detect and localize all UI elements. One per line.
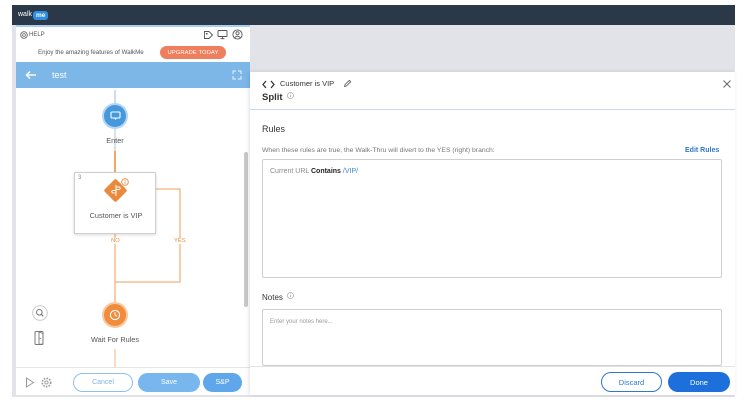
- upgrade-button[interactable]: UPGRADE TODAY: [160, 46, 226, 59]
- close-icon[interactable]: [722, 79, 732, 89]
- header-divider: [250, 109, 735, 110]
- wait-node-label: Wait For Rules: [91, 335, 139, 344]
- rule-operator: Contains: [310, 168, 341, 175]
- screen-icon: [109, 111, 121, 120]
- zoom-icon[interactable]: [32, 305, 48, 321]
- info-badge-icon: [121, 178, 129, 186]
- play-icon[interactable]: [25, 377, 35, 388]
- save-button[interactable]: Save: [138, 373, 200, 392]
- pencil-icon[interactable]: [343, 79, 352, 88]
- promo-text: Enjoy the amazing features of WalkMe: [38, 49, 144, 56]
- collapse-icon[interactable]: [232, 70, 242, 80]
- exit-door-icon[interactable]: [33, 330, 47, 346]
- help-button[interactable]: HELP: [20, 30, 45, 40]
- no-branch-label: NO: [110, 238, 121, 244]
- step-details-panel: Customer is VIP Split Rules When these r…: [250, 72, 735, 395]
- split-node-label: Customer is VIP: [89, 211, 143, 220]
- enter-node[interactable]: [104, 105, 126, 127]
- user-icon[interactable]: [232, 29, 243, 40]
- rule-value: /VIP/: [342, 168, 359, 175]
- rules-description: When these rules are true, the Walk-Thru…: [262, 147, 495, 154]
- save-and-publish-button[interactable]: S&P: [203, 373, 242, 392]
- split-node[interactable]: 3 Customer is VIP: [74, 172, 156, 234]
- notes-info-icon[interactable]: [287, 292, 294, 299]
- details-footer: Discard Done: [250, 366, 735, 395]
- discard-button[interactable]: Discard: [601, 372, 662, 392]
- logo-text: walk: [18, 11, 33, 18]
- rules-heading: Rules: [262, 124, 286, 134]
- chevron-right-icon[interactable]: [269, 80, 276, 89]
- rule-field: Current URL: [270, 168, 310, 175]
- gear-icon[interactable]: [41, 377, 52, 388]
- chevron-left-icon[interactable]: [261, 80, 268, 89]
- enter-node-label: Enter: [106, 136, 124, 145]
- rule-condition: Current URL Contains /VIP/: [270, 167, 358, 177]
- info-icon[interactable]: [287, 92, 294, 99]
- step-type: Split: [262, 92, 283, 103]
- monitor-icon[interactable]: [217, 29, 228, 40]
- back-arrow-icon[interactable]: [25, 70, 37, 80]
- canvas-scrollbar[interactable]: [244, 152, 248, 307]
- tag-icon[interactable]: [203, 29, 214, 40]
- step-number: 3: [78, 175, 82, 181]
- help-label: HELP: [29, 32, 45, 38]
- wait-node[interactable]: [104, 304, 126, 326]
- clock-icon: [109, 309, 121, 321]
- step-title: Customer is VIP: [280, 79, 335, 88]
- done-button[interactable]: Done: [668, 372, 730, 392]
- edit-rules-link[interactable]: Edit Rules: [685, 146, 719, 156]
- notes-input[interactable]: [262, 309, 722, 366]
- yes-branch-label: YES: [173, 238, 187, 244]
- rules-box[interactable]: Current URL Contains /VIP/: [262, 159, 722, 278]
- flow-header: test: [16, 62, 250, 88]
- top-bar: walk me: [12, 5, 735, 25]
- flow-toolbar: Cancel Save S&P: [16, 367, 250, 395]
- logo-badge: me: [33, 10, 49, 20]
- cancel-button[interactable]: Cancel: [73, 373, 133, 392]
- walkme-logo: walk me: [18, 10, 49, 20]
- lifebuoy-icon: [20, 31, 28, 39]
- notes-heading: Notes: [262, 293, 283, 302]
- flow-editor-panel: HELP Enjoy the amazing features of WalkM…: [16, 25, 250, 395]
- flow-title: test: [52, 70, 67, 80]
